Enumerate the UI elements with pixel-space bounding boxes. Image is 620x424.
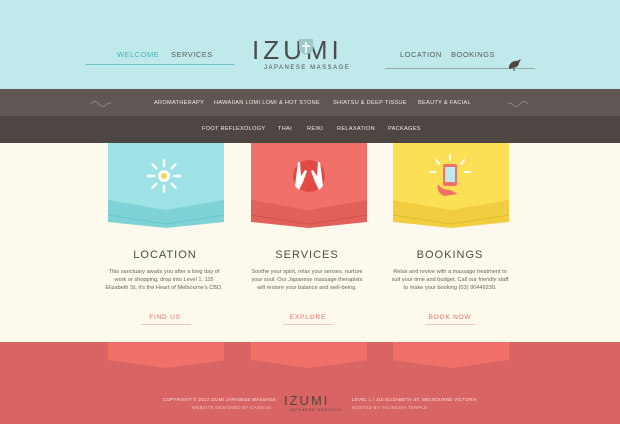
footer-tab-right (393, 342, 509, 368)
sun-icon (146, 158, 182, 194)
ornament-left-icon (90, 101, 112, 107)
location-title: LOCATION (133, 249, 197, 261)
nav-underline-left (85, 64, 235, 65)
submenu-reiki[interactable]: REIKI (307, 126, 323, 132)
bird-icon (509, 59, 521, 71)
footer-logo-subtitle: JAPANESE MASSAGE (289, 408, 343, 412)
submenu-shiatsu[interactable]: SHIATSU & DEEP TISSUE (333, 100, 407, 106)
submenu-foot-reflexology[interactable]: FOOT REFLEXOLOGY (202, 126, 265, 132)
explore-link[interactable]: EXPLORE (268, 314, 348, 321)
nav-welcome[interactable]: WELCOME (117, 50, 159, 59)
footer-hosted-by[interactable]: HOSTED BY VALINEDIA TEMPLE (352, 405, 427, 410)
submenu-packages[interactable]: PACKAGES (388, 126, 421, 132)
logo-emblem-icon (299, 39, 313, 55)
bookings-body: Relax and revive with a massage treatmen… (391, 269, 509, 292)
footer-tab-center (251, 342, 367, 368)
explore-underline (283, 324, 333, 325)
nav-location[interactable]: LOCATION (400, 50, 442, 59)
services-body: Soothe your spirit, relax your senses, n… (251, 269, 363, 292)
find-us-underline (141, 324, 191, 325)
submenu-thai[interactable]: THAI (278, 126, 292, 132)
submenu-relaxation[interactable]: RELAXATION (337, 126, 375, 132)
bookings-title: BOOKINGS (416, 249, 484, 261)
footer-address: LEVEL 1 / 115 ELIZABETH ST, MELBOURNE VI… (352, 397, 478, 402)
find-us-link[interactable]: FIND US (125, 314, 205, 321)
submenu-lomi[interactable]: HAWAIIAN LOMI LOMI & HOT STONE (214, 100, 320, 106)
footer-tab-left (108, 342, 224, 368)
book-now-underline (425, 324, 475, 325)
services-title: SERVICES (275, 249, 339, 261)
location-body: This sanctuary awaits you after a long d… (105, 269, 223, 292)
logo[interactable]: IZUMI JAPANESE MASSAGE (252, 35, 367, 75)
footer-copyright: COPYRIGHT © 2013 IZUMI JAPANESE MASSAGE (163, 397, 277, 402)
nav-bookings[interactable]: BOOKINGS (451, 50, 495, 59)
phone-icon (429, 154, 471, 196)
ornament-right-icon (507, 101, 529, 107)
submenu-beauty[interactable]: BEAUTY & FACIAL (418, 100, 471, 106)
footer-designed-by[interactable]: WEBSITE DESIGNED BY CASSIUS (192, 405, 272, 410)
footer-logo[interactable]: IZUMI (284, 393, 329, 408)
nav-services[interactable]: SERVICES (171, 50, 213, 59)
hands-icon (293, 160, 325, 192)
logo-subtitle: JAPANESE MASSAGE (264, 65, 351, 71)
submenu-aromatherapy[interactable]: AROMATHERAPY (154, 100, 204, 106)
book-now-link[interactable]: BOOK NOW (410, 314, 490, 321)
